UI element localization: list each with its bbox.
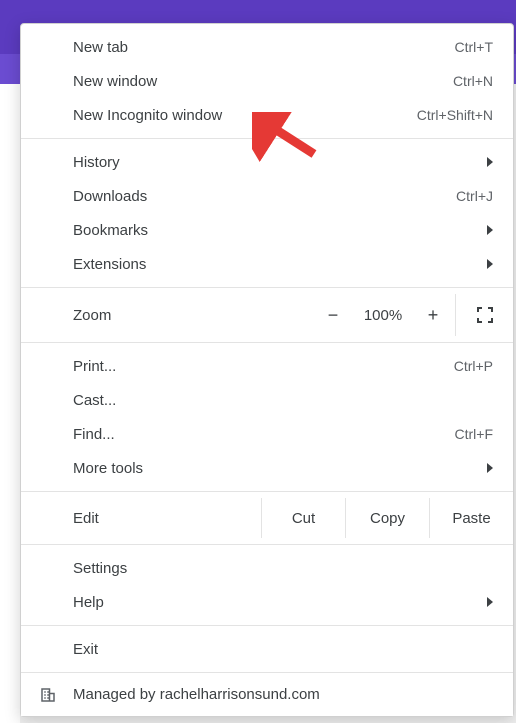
- fullscreen-icon: [476, 306, 494, 324]
- menu-item-shortcut: Ctrl+J: [456, 188, 493, 204]
- chevron-right-icon: [487, 597, 493, 607]
- menu-item-shortcut: Ctrl+N: [453, 73, 493, 89]
- menu-item-label: Find...: [73, 426, 455, 443]
- menu-separator: [21, 625, 513, 626]
- menu-new-window[interactable]: New window Ctrl+N: [21, 64, 513, 98]
- menu-item-shortcut: Ctrl+P: [454, 358, 493, 374]
- chevron-right-icon: [487, 259, 493, 269]
- menu-separator: [21, 342, 513, 343]
- chevron-right-icon: [487, 463, 493, 473]
- menu-edit-row: Edit Cut Copy Paste: [21, 498, 513, 538]
- menu-bookmarks[interactable]: Bookmarks: [21, 213, 513, 247]
- menu-help[interactable]: Help: [21, 585, 513, 619]
- menu-item-label: Cast...: [73, 392, 493, 409]
- chevron-right-icon: [487, 157, 493, 167]
- menu-more-tools[interactable]: More tools: [21, 451, 513, 485]
- zoom-out-button[interactable]: −: [311, 305, 355, 326]
- menu-item-shortcut: Ctrl+Shift+N: [417, 107, 493, 123]
- menu-item-label: New window: [73, 73, 453, 90]
- chevron-right-icon: [487, 225, 493, 235]
- cut-button[interactable]: Cut: [261, 498, 345, 538]
- menu-new-incognito[interactable]: New Incognito window Ctrl+Shift+N: [21, 98, 513, 132]
- menu-cast[interactable]: Cast...: [21, 383, 513, 417]
- menu-new-tab[interactable]: New tab Ctrl+T: [21, 30, 513, 64]
- menu-item-shortcut: Ctrl+T: [455, 39, 494, 55]
- menu-item-label: Help: [73, 594, 487, 611]
- menu-item-label: More tools: [73, 460, 487, 477]
- menu-managed-by[interactable]: Managed by rachelharrisonsund.com: [21, 672, 513, 716]
- menu-separator: [21, 544, 513, 545]
- menu-settings[interactable]: Settings: [21, 551, 513, 585]
- menu-item-label: New Incognito window: [73, 107, 417, 124]
- zoom-label: Zoom: [73, 307, 311, 324]
- menu-item-label: Extensions: [73, 256, 487, 273]
- menu-separator: [21, 287, 513, 288]
- menu-extensions[interactable]: Extensions: [21, 247, 513, 281]
- zoom-in-button[interactable]: +: [411, 305, 455, 326]
- menu-item-label: Downloads: [73, 188, 456, 205]
- menu-print[interactable]: Print... Ctrl+P: [21, 349, 513, 383]
- menu-item-label: Exit: [73, 641, 493, 658]
- copy-button[interactable]: Copy: [345, 498, 429, 538]
- menu-exit[interactable]: Exit: [21, 632, 513, 666]
- menu-item-label: Settings: [73, 560, 493, 577]
- chrome-main-menu: New tab Ctrl+T New window Ctrl+N New Inc…: [20, 23, 514, 717]
- fullscreen-button[interactable]: [455, 294, 513, 336]
- menu-item-label: New tab: [73, 39, 455, 56]
- paste-button[interactable]: Paste: [429, 498, 513, 538]
- menu-find[interactable]: Find... Ctrl+F: [21, 417, 513, 451]
- menu-item-label: Print...: [73, 358, 454, 375]
- menu-item-shortcut: Ctrl+F: [455, 426, 494, 442]
- zoom-value: 100%: [355, 307, 411, 324]
- edit-label: Edit: [21, 498, 261, 538]
- menu-item-label: Bookmarks: [73, 222, 487, 239]
- menu-downloads[interactable]: Downloads Ctrl+J: [21, 179, 513, 213]
- page-bg: [0, 84, 20, 723]
- menu-separator: [21, 491, 513, 492]
- managed-by-label: Managed by rachelharrisonsund.com: [73, 686, 320, 703]
- menu-zoom-row: Zoom − 100% +: [21, 294, 513, 336]
- building-icon: [39, 686, 57, 704]
- menu-separator: [21, 138, 513, 139]
- menu-history[interactable]: History: [21, 145, 513, 179]
- menu-item-label: History: [73, 154, 487, 171]
